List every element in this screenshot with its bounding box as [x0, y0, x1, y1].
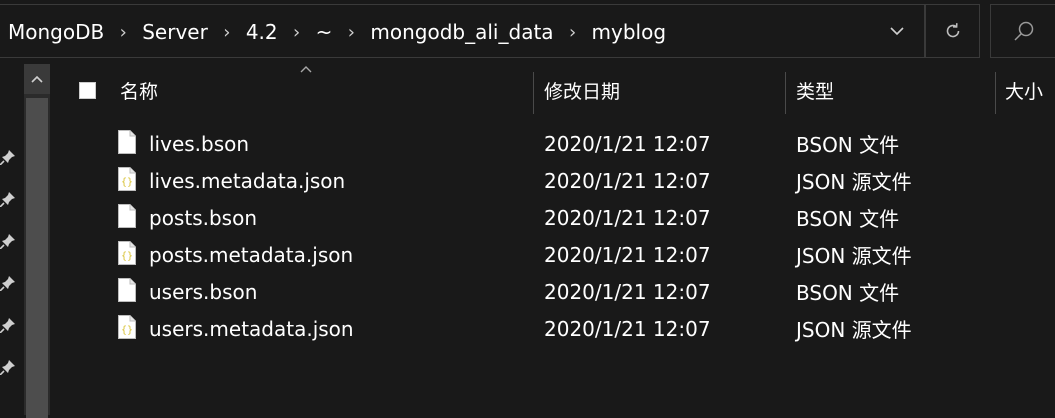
blank-file-icon: [118, 278, 136, 302]
column-divider[interactable]: [995, 72, 996, 114]
pin-icon[interactable]: [0, 317, 16, 333]
address-bar[interactable]: MongoDB › Server › 4.2 › ~ › mongodb_ali…: [0, 4, 925, 58]
blank-file-icon: [118, 130, 136, 154]
file-row[interactable]: {} users.metadata.json 2020/1/21 12:07 J…: [54, 310, 1055, 347]
file-type: BSON 文件: [796, 133, 900, 157]
breadcrumb: MongoDB › Server › 4.2 › ~ › mongodb_ali…: [8, 5, 666, 59]
file-row[interactable]: lives.bson 2020/1/21 12:07 BSON 文件: [54, 125, 1055, 162]
scrollbar-thumb[interactable]: [26, 98, 48, 418]
file-name: posts.bson: [149, 205, 257, 230]
column-header-date-modified[interactable]: 修改日期: [544, 64, 620, 116]
file-name: users.metadata.json: [149, 316, 354, 341]
search-icon: [1014, 21, 1034, 41]
pin-icon[interactable]: [0, 149, 16, 165]
svg-text:{}: {}: [121, 325, 133, 336]
file-row[interactable]: posts.bson 2020/1/21 12:07 BSON 文件: [54, 199, 1055, 236]
file-name: posts.metadata.json: [149, 242, 354, 267]
json-file-icon: {}: [118, 167, 136, 191]
file-date-modified: 2020/1/21 12:07: [544, 242, 711, 267]
file-date-modified: 2020/1/21 12:07: [544, 131, 711, 156]
file-row[interactable]: {} lives.metadata.json 2020/1/21 12:07 J…: [54, 162, 1055, 199]
chevron-down-icon: [890, 26, 904, 35]
file-name: lives.metadata.json: [149, 168, 346, 193]
navigation-pane: [0, 64, 54, 418]
pin-icon[interactable]: [0, 233, 16, 249]
file-type: BSON 文件: [796, 281, 900, 305]
svg-text:{}: {}: [121, 177, 133, 188]
navigation-scrollbar[interactable]: [24, 64, 50, 418]
breadcrumb-chevron-icon[interactable]: ›: [208, 22, 246, 43]
file-list: 名称 修改日期 类型 大小 lives.bson 2020/1/21 12:07…: [54, 64, 1055, 415]
breadcrumb-item-home[interactable]: ~: [316, 20, 333, 44]
chevron-up-icon: [31, 75, 43, 83]
breadcrumb-item-server[interactable]: Server: [142, 20, 208, 44]
breadcrumb-item-current-folder[interactable]: myblog: [592, 20, 667, 44]
column-header-size[interactable]: 大小: [1005, 64, 1043, 116]
file-name: users.bson: [149, 279, 258, 304]
file-type: JSON 源文件: [796, 170, 912, 194]
column-divider[interactable]: [533, 72, 534, 114]
json-file-icon: {}: [118, 315, 136, 339]
sort-ascending-icon: [300, 66, 312, 73]
column-divider[interactable]: [785, 72, 786, 114]
pin-icon[interactable]: [0, 191, 16, 207]
breadcrumb-chevron-icon[interactable]: ›: [554, 22, 592, 43]
file-type: JSON 源文件: [796, 318, 912, 342]
column-header-name[interactable]: 名称: [120, 64, 158, 116]
column-header-row: 名称 修改日期 类型 大小: [54, 64, 1055, 116]
file-date-modified: 2020/1/21 12:07: [544, 168, 711, 193]
breadcrumb-item-version[interactable]: 4.2: [246, 20, 278, 44]
file-type: JSON 源文件: [796, 244, 912, 268]
refresh-icon: [946, 23, 959, 38]
pin-icon[interactable]: [0, 275, 16, 291]
breadcrumb-item-mongodb[interactable]: MongoDB: [8, 20, 104, 44]
pin-icon[interactable]: [0, 359, 16, 375]
file-row[interactable]: {} posts.metadata.json 2020/1/21 12:07 J…: [54, 236, 1055, 273]
address-bar-row: MongoDB › Server › 4.2 › ~ › mongodb_ali…: [0, 0, 1055, 64]
breadcrumb-item-data-folder[interactable]: mongodb_ali_data: [370, 20, 553, 44]
search-input[interactable]: [990, 4, 1055, 58]
file-name: lives.bson: [149, 131, 250, 156]
file-type: BSON 文件: [796, 207, 900, 231]
scroll-up-button[interactable]: [24, 64, 50, 94]
address-history-dropdown[interactable]: [870, 4, 924, 58]
file-date-modified: 2020/1/21 12:07: [544, 205, 711, 230]
select-all-checkbox[interactable]: [79, 82, 96, 99]
json-file-icon: {}: [118, 241, 136, 265]
file-date-modified: 2020/1/21 12:07: [544, 316, 711, 341]
refresh-button[interactable]: [925, 4, 980, 58]
blank-file-icon: [118, 204, 136, 228]
file-row[interactable]: users.bson 2020/1/21 12:07 BSON 文件: [54, 273, 1055, 310]
file-date-modified: 2020/1/21 12:07: [544, 279, 711, 304]
svg-text:{}: {}: [121, 251, 133, 262]
breadcrumb-chevron-icon[interactable]: ›: [332, 22, 370, 43]
breadcrumb-chevron-icon[interactable]: ›: [278, 22, 316, 43]
column-header-type[interactable]: 类型: [796, 64, 834, 116]
breadcrumb-chevron-icon[interactable]: ›: [104, 22, 142, 43]
